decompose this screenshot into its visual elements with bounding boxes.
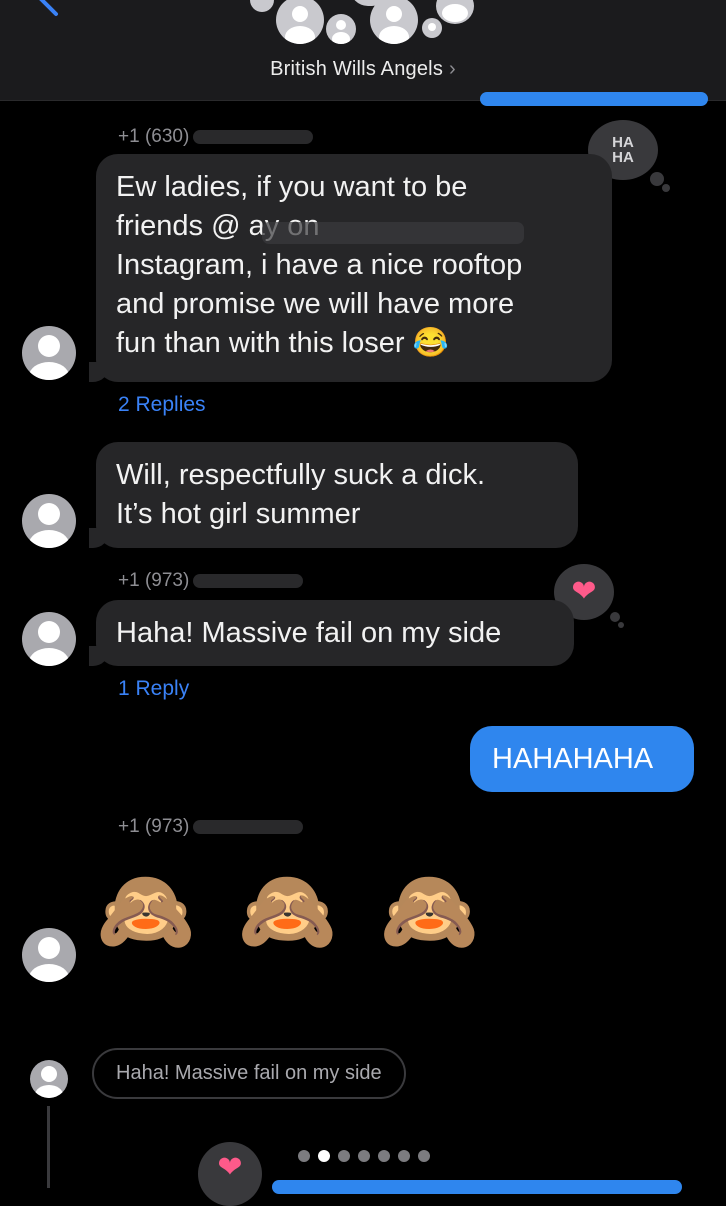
avatar — [326, 14, 356, 44]
avatar[interactable] — [22, 612, 76, 666]
chevron-right-icon: › — [449, 58, 456, 80]
pagination-dots — [298, 1150, 430, 1162]
chevron-left-icon[interactable] — [30, 0, 70, 24]
sender-phone: +1 (973) — [118, 570, 304, 592]
page-dot — [418, 1150, 430, 1162]
thread-line — [47, 1106, 50, 1188]
page-dot — [338, 1150, 350, 1162]
message-text: Ew ladies, if you want to be friends @ a… — [116, 171, 523, 359]
avatar — [370, 0, 418, 44]
redacted-number — [193, 129, 314, 144]
heart-tapback[interactable]: ❤ — [198, 1142, 262, 1206]
reply-quote-bubble[interactable]: Haha! Massive fail on my side — [92, 1048, 406, 1099]
avatar — [422, 18, 442, 38]
sender-phone-text: +1 (973) — [118, 816, 190, 837]
replies-link[interactable]: 1 Reply — [118, 677, 189, 701]
avatar — [436, 0, 474, 24]
page-dot — [358, 1150, 370, 1162]
message-bubble[interactable]: Ew ladies, if you want to be friends @ a… — [89, 154, 612, 382]
page-dot — [378, 1150, 390, 1162]
message-bubble[interactable]: Haha! Massive fail on my side — [89, 600, 574, 666]
avatar[interactable] — [22, 928, 76, 982]
tapback-tail — [610, 612, 620, 622]
group-avatar-cluster[interactable] — [250, 0, 480, 53]
avatar — [250, 0, 274, 12]
heart-icon: ❤ — [217, 1151, 243, 1184]
avatar — [276, 0, 324, 44]
redacted-handle — [262, 222, 524, 244]
message-text: HAHAHAHA — [492, 743, 654, 775]
redacted-number — [193, 573, 304, 588]
sender-phone: +1 (973) — [118, 816, 304, 838]
avatar[interactable] — [22, 494, 76, 548]
tapback-tail — [650, 172, 664, 186]
tapback-tail — [662, 184, 670, 192]
previous-outgoing-bubble — [480, 92, 708, 106]
heart-icon: ❤ — [571, 575, 597, 608]
sender-phone-text: +1 (973) — [118, 570, 190, 591]
avatar[interactable] — [22, 326, 76, 380]
sender-phone: +1 (630) — [118, 126, 314, 148]
message-text: Haha! Massive fail on my side — [116, 617, 502, 649]
redacted-number — [193, 819, 304, 834]
page-dot-active — [318, 1150, 330, 1162]
sender-phone-text: +1 (630) — [118, 126, 190, 147]
emoji-message[interactable]: 🙈 🙈 🙈 — [96, 866, 489, 956]
avatar[interactable] — [30, 1060, 68, 1098]
page-dot — [298, 1150, 310, 1162]
conversation-header: British Wills Angels › — [0, 0, 726, 101]
outgoing-message-bubble[interactable]: HAHAHAHA — [470, 726, 694, 792]
next-outgoing-bubble — [272, 1180, 682, 1194]
message-text: Will, respectfully suck a dick. It’s hot… — [116, 459, 486, 530]
group-name[interactable]: British Wills Angels › — [0, 58, 726, 81]
tapback-tail — [618, 622, 624, 628]
page-dot — [398, 1150, 410, 1162]
group-name-label: British Wills Angels — [270, 58, 444, 80]
replies-link[interactable]: 2 Replies — [118, 393, 206, 417]
message-bubble[interactable]: Will, respectfully suck a dick. It’s hot… — [89, 442, 578, 548]
haha-icon: HA HA — [612, 134, 634, 166]
